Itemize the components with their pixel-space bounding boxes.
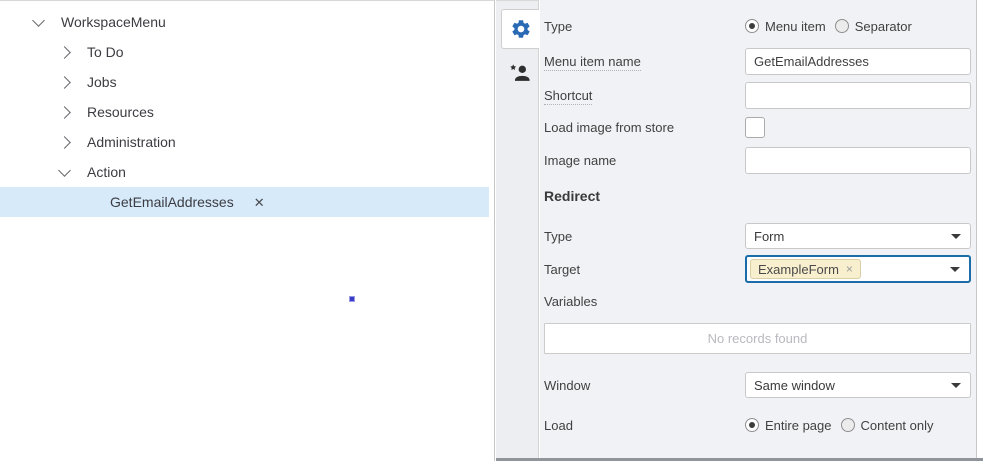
tree-item-label: WorkspaceMenu <box>61 14 166 30</box>
radio-label: Content only <box>861 418 934 433</box>
gear-icon <box>510 18 532 40</box>
tree-item-label: Action <box>87 164 126 180</box>
close-icon[interactable]: ✕ <box>254 196 265 209</box>
radio-menu-item[interactable]: Menu item <box>745 19 826 34</box>
type-radio-group: Menu item Separator <box>745 19 971 34</box>
redirect-section-title: Redirect <box>544 188 600 204</box>
tree-item-label: Jobs <box>87 74 117 90</box>
properties-tab-strip <box>496 0 539 461</box>
chevron-down-icon <box>951 383 961 388</box>
user-star-icon <box>509 62 531 84</box>
tree-item-administration[interactable]: Administration <box>0 127 494 157</box>
cursor-artifact <box>350 297 354 301</box>
tree-item-resources[interactable]: Resources <box>0 97 494 127</box>
image-name-input[interactable] <box>745 147 971 174</box>
chevron-down-icon[interactable] <box>58 164 71 177</box>
target-label: Target <box>544 262 745 277</box>
tree-item-action[interactable]: Action <box>0 157 494 187</box>
menu-item-name-input[interactable] <box>745 48 971 75</box>
remove-tag-icon[interactable]: × <box>846 262 853 276</box>
image-name-label: Image name <box>544 153 745 168</box>
window-select[interactable]: Same window <box>745 372 971 398</box>
load-radio-group: Entire page Content only <box>745 418 971 433</box>
radio-unselected-icon[interactable] <box>835 19 849 33</box>
target-tag-label: ExampleForm <box>758 262 839 277</box>
redirect-type-label: Type <box>544 229 745 244</box>
tree-item-label: Resources <box>87 104 154 120</box>
chevron-right-icon[interactable] <box>58 46 71 59</box>
radio-unselected-icon[interactable] <box>841 418 855 432</box>
redirect-type-value: Form <box>754 229 784 244</box>
window-value: Same window <box>754 378 835 393</box>
radio-separator[interactable]: Separator <box>835 19 912 34</box>
chevron-down-icon <box>950 267 960 272</box>
tree-item-todo[interactable]: To Do <box>0 37 494 67</box>
tab-settings[interactable] <box>501 9 539 49</box>
tab-user-permissions[interactable] <box>501 55 538 91</box>
load-image-from-store-checkbox[interactable] <box>745 117 765 138</box>
target-tag: ExampleForm × <box>750 259 861 279</box>
tree-item-workspacemenu[interactable]: WorkspaceMenu <box>0 7 494 37</box>
navigation-tree-panel: WorkspaceMenu To Do Jobs Resources Admin… <box>0 0 495 461</box>
radio-label: Menu item <box>765 19 826 34</box>
chevron-right-icon[interactable] <box>58 106 71 119</box>
menu-item-properties-panel: Type Menu item Separator Menu item name <box>540 0 977 461</box>
chevron-down-icon[interactable] <box>32 14 45 27</box>
redirect-type-select[interactable]: Form <box>745 223 971 249</box>
chevron-down-icon <box>951 234 961 239</box>
tree-item-label: To Do <box>87 44 124 60</box>
variables-label: Variables <box>544 294 745 309</box>
shortcut-input[interactable] <box>745 82 971 109</box>
radio-content-only[interactable]: Content only <box>841 418 934 433</box>
menu-tree: WorkspaceMenu To Do Jobs Resources Admin… <box>0 1 494 217</box>
target-select[interactable]: ExampleForm × <box>745 255 971 283</box>
tree-item-jobs[interactable]: Jobs <box>0 67 494 97</box>
tree-item-label: GetEmailAddresses <box>110 194 234 210</box>
radio-entire-page[interactable]: Entire page <box>745 418 832 433</box>
radio-label: Separator <box>855 19 912 34</box>
shortcut-label: Shortcut <box>544 88 745 103</box>
radio-label: Entire page <box>765 418 832 433</box>
window-label: Window <box>544 378 745 393</box>
menu-item-name-label: Menu item name <box>544 54 745 69</box>
tree-item-getemailaddresses[interactable]: GetEmailAddresses ✕ <box>0 187 489 217</box>
radio-selected-icon[interactable] <box>745 418 759 432</box>
type-label: Type <box>544 19 745 34</box>
tree-item-label: Administration <box>87 134 176 150</box>
radio-selected-icon[interactable] <box>745 19 759 33</box>
load-image-from-store-label: Load image from store <box>544 120 745 135</box>
load-label: Load <box>544 418 745 433</box>
variables-empty-state: No records found <box>544 323 971 354</box>
chevron-right-icon[interactable] <box>58 136 71 149</box>
chevron-right-icon[interactable] <box>58 76 71 89</box>
